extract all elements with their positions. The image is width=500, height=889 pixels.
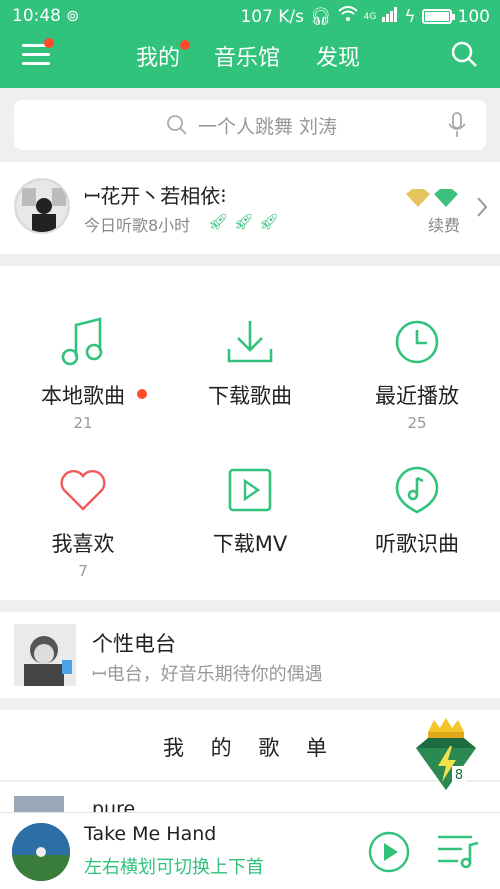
- mini-player[interactable]: Take Me Hand 左右横划可切换上下首: [0, 812, 500, 889]
- profile-name: ꟷ花开丶若相依⁝: [84, 184, 227, 208]
- vip-gem-icon[interactable]: 8: [410, 718, 482, 794]
- download-songs-count: [167, 414, 333, 432]
- playlist-icon: [438, 835, 479, 869]
- download-songs-item[interactable]: 下载歌曲: [167, 314, 333, 432]
- identify-song-count: [334, 562, 500, 580]
- play-icon: [368, 831, 410, 873]
- battery-icon: [421, 9, 455, 24]
- local-songs-count: 21: [73, 414, 93, 432]
- vip-diamond-icon: [404, 188, 460, 212]
- recent-play-label: 最近播放: [375, 384, 459, 408]
- video-play-icon: [167, 462, 333, 518]
- microphone-icon[interactable]: [448, 112, 466, 143]
- download-mv-count: [167, 562, 333, 580]
- local-songs-label: 本地歌曲: [0, 380, 166, 410]
- search-icon: [451, 41, 477, 67]
- network-type: 4G: [363, 11, 377, 22]
- search-bar[interactable]: 一个人跳舞 刘涛: [14, 100, 486, 150]
- chevron-right-icon[interactable]: [476, 196, 488, 222]
- function-grid: 本地歌曲 21 下载歌曲 最近播放 25 我喜欢 7 下载MV 听歌识曲: [0, 266, 500, 600]
- liked-label: 我喜欢: [51, 532, 115, 556]
- app-header: 10:48 ⊚ 107 K/s 🎧︎ 4G ϟ 100 我的 音乐馆 发现: [0, 0, 500, 88]
- download-mv-label: 下载MV: [212, 532, 288, 556]
- music-note-icon: [0, 314, 166, 370]
- wifi-icon: [337, 6, 358, 27]
- song-identify-icon: [334, 462, 500, 518]
- download-songs-label: 下载歌曲: [208, 384, 292, 408]
- tab-library[interactable]: 音乐馆: [214, 40, 280, 72]
- song-title: Take Me Hand: [84, 823, 217, 845]
- identify-song-label: 听歌识曲: [375, 532, 459, 556]
- listen-time: 今日听歌8小时: [84, 216, 191, 235]
- renew-link[interactable]: 续费: [428, 212, 460, 236]
- search-bar-icon: [166, 114, 188, 141]
- swipe-tip: 左右横划可切换上下首: [84, 857, 264, 878]
- local-songs-badge-dot: [137, 389, 147, 399]
- recent-play-item[interactable]: 最近播放 25: [334, 314, 500, 432]
- heart-icon: [0, 462, 166, 518]
- tab-discover[interactable]: 发现: [316, 40, 360, 72]
- play-button[interactable]: [368, 831, 410, 877]
- headphones-icon: 🎧︎: [310, 6, 332, 27]
- search-button[interactable]: [450, 40, 478, 68]
- liked-count: 7: [78, 562, 88, 580]
- album-art[interactable]: [12, 823, 70, 881]
- clock-icon: [334, 314, 500, 370]
- tab-mine-badge-dot: [180, 40, 190, 50]
- battery-level: [424, 12, 449, 21]
- app-notification-icon: ⊚: [66, 6, 80, 25]
- personal-radio-card[interactable]: 个性电台 ꟷ电台，好音乐期待你的偶遇: [0, 612, 500, 698]
- radio-subtitle: ꟷ电台，好音乐期待你的偶遇: [92, 664, 323, 685]
- status-time: 10:48: [12, 6, 61, 26]
- svg-text:8: 8: [455, 768, 463, 783]
- charging-icon: ϟ: [404, 6, 416, 27]
- battery-percent: 100: [457, 6, 490, 27]
- download-icon: [167, 314, 333, 370]
- playlist-button[interactable]: [436, 833, 480, 873]
- avatar[interactable]: [14, 178, 70, 234]
- radio-title: 个性电台: [92, 632, 176, 656]
- download-mv-item[interactable]: 下载MV: [167, 462, 333, 580]
- liked-item[interactable]: 我喜欢 7: [0, 462, 166, 580]
- recent-play-count: 25: [407, 414, 427, 432]
- signal-icon: [382, 6, 398, 27]
- network-speed: 107 K/s: [240, 6, 305, 27]
- menu-badge-dot: [44, 38, 54, 48]
- rocket-level-icon: 🚀︎ 🚀︎ 🚀︎: [208, 212, 280, 231]
- menu-button[interactable]: [22, 38, 54, 66]
- identify-song-item[interactable]: 听歌识曲: [334, 462, 500, 580]
- status-right: 107 K/s 🎧︎ 4G ϟ 100: [240, 6, 490, 27]
- local-songs-item[interactable]: 本地歌曲 21: [0, 314, 166, 432]
- status-bar: 10:48 ⊚ 107 K/s 🎧︎ 4G ϟ 100: [0, 0, 500, 34]
- radio-cover-image: [14, 624, 76, 686]
- profile-card[interactable]: ꟷ花开丶若相依⁝ 今日听歌8小时 🚀︎ 🚀︎ 🚀︎ 续费: [0, 162, 500, 254]
- tab-mine[interactable]: 我的: [136, 40, 180, 72]
